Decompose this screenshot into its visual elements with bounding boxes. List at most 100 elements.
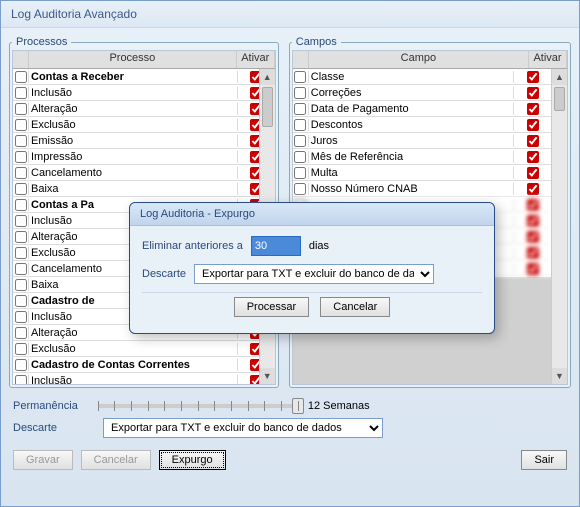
descarte-select[interactable]: Exportar para TXT e excluir do banco de … (103, 418, 383, 438)
table-row[interactable]: Juros (293, 133, 551, 149)
processos-header: Processo Ativar (13, 51, 275, 69)
row-select-checkbox[interactable] (15, 71, 27, 83)
modal-descarte-select[interactable]: Exportar para TXT e excluir do banco de … (194, 264, 434, 284)
table-row[interactable]: Multa (293, 165, 551, 181)
col-ativar-campos[interactable]: Ativar (529, 51, 567, 68)
modal-cancelar-button[interactable]: Cancelar (320, 297, 390, 317)
row-label: Mês de Referência (309, 151, 513, 163)
table-row[interactable]: Exclusão (13, 341, 275, 357)
ativar-checkbox[interactable] (527, 151, 539, 163)
row-select-checkbox[interactable] (15, 343, 27, 355)
row-select-checkbox[interactable] (15, 167, 27, 179)
row-label: Multa (309, 167, 513, 179)
campos-scrollbar[interactable]: ▲ ▼ (551, 69, 567, 384)
table-row[interactable]: Cadastro de Contas Correntes (13, 357, 275, 373)
row-select-checkbox[interactable] (15, 263, 27, 275)
row-select-checkbox[interactable] (15, 279, 27, 291)
cancelar-button[interactable]: Cancelar (81, 450, 151, 470)
table-row[interactable]: Impressão (13, 149, 275, 165)
row-select-checkbox[interactable] (15, 151, 27, 163)
col-processo[interactable]: Processo (29, 51, 237, 68)
ativar-checkbox[interactable] (527, 71, 539, 83)
table-row[interactable]: Correções (293, 85, 551, 101)
row-select-checkbox[interactable] (15, 87, 27, 99)
scroll-up-icon[interactable]: ▲ (552, 69, 567, 85)
row-select-checkbox[interactable] (15, 135, 27, 147)
table-row[interactable]: Nosso Número CNAB (293, 181, 551, 197)
table-row[interactable]: Mês de Referência (293, 149, 551, 165)
row-select-checkbox[interactable] (15, 247, 27, 259)
dias-suffix: dias (309, 240, 329, 252)
row-select-checkbox[interactable] (15, 231, 27, 243)
row-select-checkbox[interactable] (15, 359, 27, 371)
campos-header: Campo Ativar (293, 51, 567, 69)
col-ativar[interactable]: Ativar (237, 51, 275, 68)
ativar-checkbox[interactable] (527, 87, 539, 99)
row-label: Baixa (29, 183, 237, 195)
dialog-title: Log Auditoria - Expurgo (130, 203, 494, 226)
ativar-checkbox[interactable] (527, 119, 539, 131)
expurgo-button[interactable]: Expurgo (159, 450, 226, 470)
ativar-checkbox[interactable] (527, 103, 539, 115)
table-row[interactable]: Classe (293, 69, 551, 85)
row-select-checkbox[interactable] (15, 327, 27, 339)
row-select-checkbox[interactable] (15, 295, 27, 307)
row-select-checkbox[interactable] (15, 215, 27, 227)
row-select-checkbox[interactable] (294, 87, 306, 99)
scroll-down-icon[interactable]: ▼ (260, 368, 275, 384)
row-label: Data de Pagamento (309, 103, 513, 115)
modal-descarte-label: Descarte (142, 268, 186, 280)
row-select-checkbox[interactable] (294, 183, 306, 195)
table-row[interactable]: Inclusão (13, 373, 275, 385)
row-label: Classe (309, 71, 513, 83)
row-label: Exclusão (29, 343, 237, 355)
permanencia-slider[interactable] (98, 404, 298, 408)
table-row[interactable]: Emissão (13, 133, 275, 149)
table-row[interactable]: Cancelamento (13, 165, 275, 181)
table-row[interactable]: Exclusão (13, 117, 275, 133)
row-label: Inclusão (29, 375, 237, 386)
row-label: Cadastro de Contas Correntes (29, 359, 237, 371)
row-select-checkbox[interactable] (15, 103, 27, 115)
row-label: Correções (309, 87, 513, 99)
ativar-checkbox[interactable] (527, 167, 539, 179)
main-window: Log Auditoria Avançado Processos Process… (0, 0, 580, 507)
table-row[interactable]: Alteração (13, 101, 275, 117)
row-select-checkbox[interactable] (294, 71, 306, 83)
ativar-checkbox[interactable] (527, 135, 539, 147)
ativar-checkbox[interactable] (527, 183, 539, 195)
row-select-checkbox[interactable] (15, 183, 27, 195)
dias-input[interactable] (251, 236, 301, 256)
col-campo[interactable]: Campo (309, 51, 529, 68)
table-row[interactable]: Baixa (13, 181, 275, 197)
gravar-button[interactable]: Gravar (13, 450, 73, 470)
row-label: Inclusão (29, 87, 237, 99)
row-select-checkbox[interactable] (294, 167, 306, 179)
permanencia-value: 12 Semanas (308, 400, 370, 412)
row-select-checkbox[interactable] (15, 311, 27, 323)
row-select-checkbox[interactable] (294, 135, 306, 147)
row-select-checkbox[interactable] (15, 199, 27, 211)
scroll-down-icon[interactable]: ▼ (552, 368, 567, 384)
permanencia-label: Permanência (13, 400, 78, 412)
processos-legend: Processos (12, 36, 71, 48)
row-label: Cancelamento (29, 167, 237, 179)
campos-legend: Campos (292, 36, 341, 48)
descarte-label: Descarte (13, 422, 93, 434)
row-select-checkbox[interactable] (15, 375, 27, 386)
scroll-thumb[interactable] (554, 87, 565, 111)
table-row[interactable]: Inclusão (13, 85, 275, 101)
table-row[interactable]: Data de Pagamento (293, 101, 551, 117)
row-select-checkbox[interactable] (294, 103, 306, 115)
scroll-up-icon[interactable]: ▲ (260, 69, 275, 85)
row-label: Emissão (29, 135, 237, 147)
table-row[interactable]: Contas a Receber (13, 69, 275, 85)
processar-button[interactable]: Processar (234, 297, 310, 317)
row-select-checkbox[interactable] (294, 151, 306, 163)
table-row[interactable]: Descontos (293, 117, 551, 133)
row-label: Contas a Receber (29, 71, 237, 83)
scroll-thumb[interactable] (262, 87, 273, 127)
row-select-checkbox[interactable] (294, 119, 306, 131)
sair-button[interactable]: Sair (521, 450, 567, 470)
row-select-checkbox[interactable] (15, 119, 27, 131)
